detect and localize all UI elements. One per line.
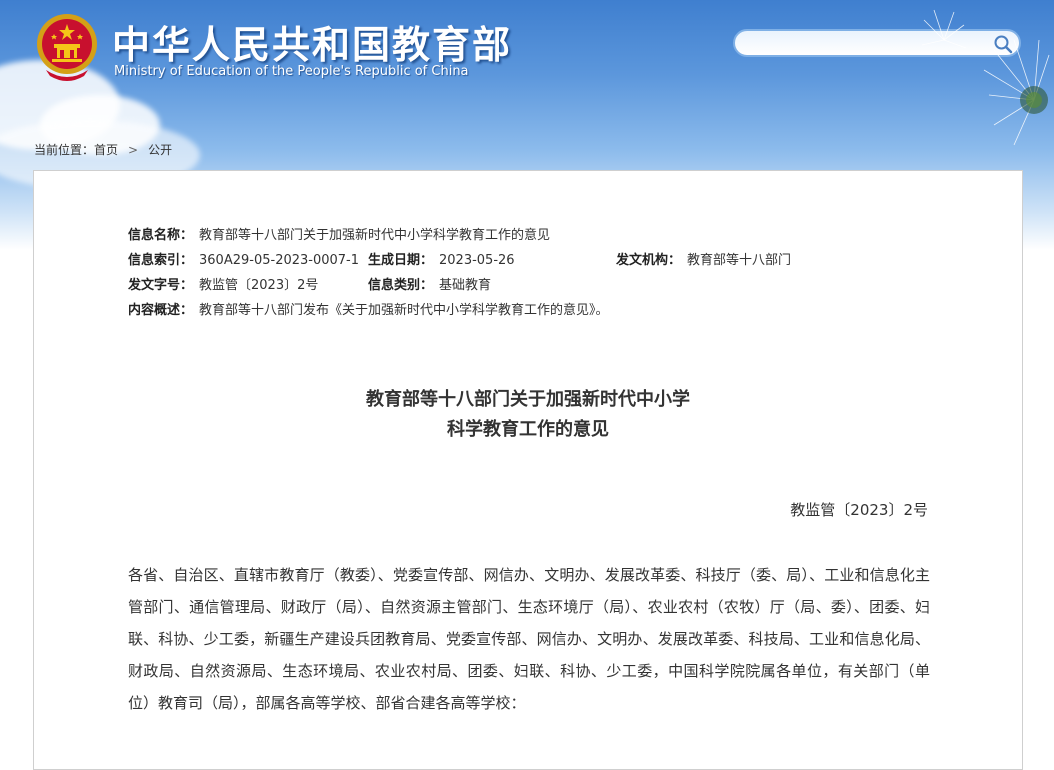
info-index-value: 360A29-05-2023-0007-1 <box>199 253 360 268</box>
info-row-org: 发文机构： 教育部等十八部门 <box>616 249 791 268</box>
breadcrumb-item-public[interactable]: 公开 <box>148 141 172 158</box>
info-docno-value: 教监管〔2023〕2号 <box>199 278 319 293</box>
breadcrumb-separator: > <box>128 143 139 157</box>
info-summary-label: 内容概述： <box>128 303 194 318</box>
info-docno-label: 发文字号： <box>128 278 194 293</box>
content-box: 信息名称： 教育部等十八部门关于加强新时代中小学科学教育工作的意见 信息索引： 36… <box>33 170 1023 770</box>
document-title-line: 教育部等十八部门关于加强新时代中小学 <box>366 389 690 410</box>
info-type-label: 信息类别： <box>368 278 434 293</box>
document-body: 各省、自治区、直辖市教育厅（教委）、党委宣传部、网信办、文明办、发展改革委、科技… <box>128 566 930 712</box>
info-row-type: 信息类别： 基础教育 <box>368 274 491 293</box>
info-date-label: 生成日期： <box>368 253 434 268</box>
info-row-summary: 内容概述： 教育部等十八部门发布《关于加强新时代中小学科学教育工作的意见》。 <box>128 299 609 318</box>
breadcrumb: 当前位置：首页 > 公开 <box>34 141 172 158</box>
info-org-label: 发文机构： <box>616 253 682 268</box>
info-name-value: 教育部等十八部门关于加强新时代中小学科学教育工作的意见 <box>199 228 551 243</box>
info-name-label: 信息名称： <box>128 228 194 243</box>
document-title-line: 科学教育工作的意见 <box>447 419 609 440</box>
document-title: 教育部等十八部门关于加强新时代中小学 科学教育工作的意见 <box>34 385 1022 445</box>
info-summary-value: 教育部等十八部门发布《关于加强新时代中小学科学教育工作的意见》。 <box>199 303 609 318</box>
info-type-value: 基础教育 <box>439 278 492 293</box>
info-row-index: 信息索引： 360A29-05-2023-0007-1 <box>128 249 359 268</box>
info-org-value: 教育部等十八部门 <box>687 253 792 268</box>
site-title[interactable]: 中华人民共和国教育部 <box>112 14 512 69</box>
breadcrumb-item-home[interactable]: 首页 <box>94 141 118 158</box>
breadcrumb-prefix: 当前位置： <box>34 143 95 157</box>
info-row-name: 信息名称： 教育部等十八部门关于加强新时代中小学科学教育工作的意见 <box>128 224 550 243</box>
site-subtitle: Ministry of Education of the People's Re… <box>114 64 469 79</box>
info-row-docno: 发文字号： 教监管〔2023〕2号 <box>128 274 318 293</box>
dandelion-decoration <box>921 9 1050 146</box>
info-index-label: 信息索引： <box>128 253 194 268</box>
document-number: 教监管〔2023〕2号 <box>790 501 928 519</box>
info-date-value: 2023-05-26 <box>439 253 515 268</box>
national-emblem-icon[interactable] <box>34 12 100 82</box>
info-row-date: 生成日期： 2023-05-26 <box>368 249 515 268</box>
